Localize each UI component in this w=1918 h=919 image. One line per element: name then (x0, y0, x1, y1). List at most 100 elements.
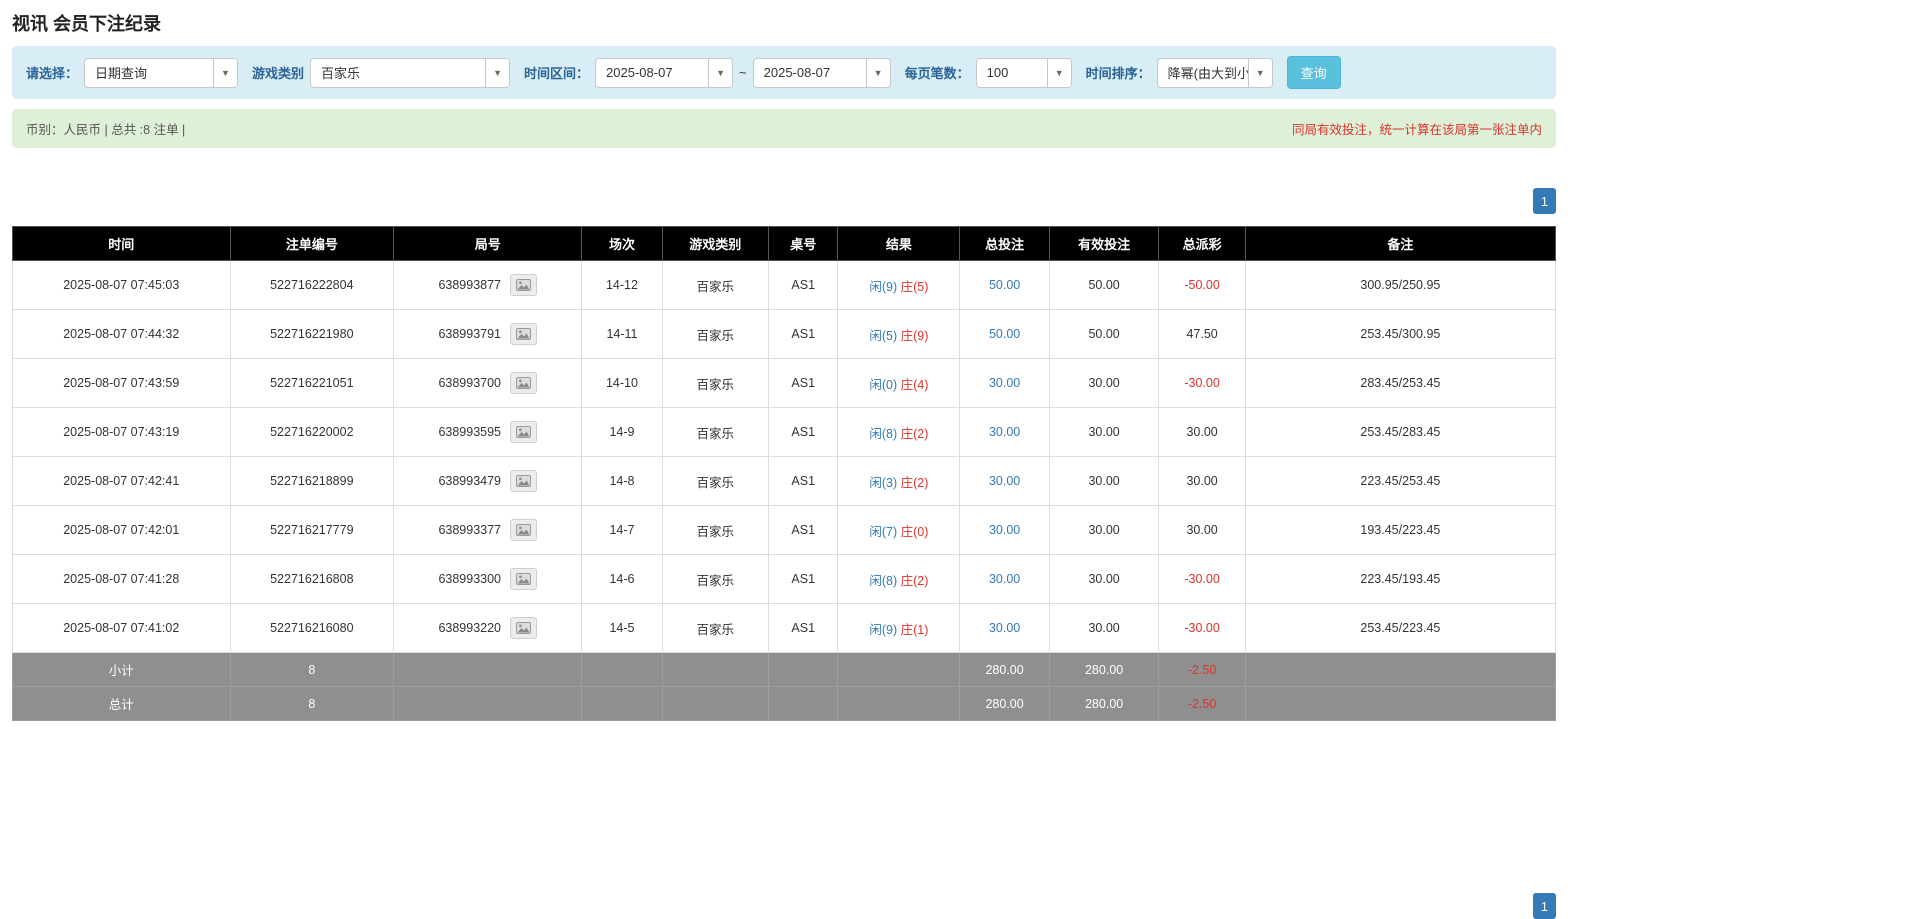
cell-time: 2025-08-07 07:41:02 (13, 604, 231, 653)
cell-valid-bet: 30.00 (1049, 408, 1159, 457)
column-header: 桌号 (769, 227, 838, 261)
table-row: 2025-08-07 07:41:28 522716216808 6389933… (13, 555, 1556, 604)
query-mode-select[interactable]: 日期查询 ▼ (84, 58, 238, 88)
result-image-button[interactable] (510, 372, 537, 394)
cell-round-id: 638993220 (394, 604, 582, 653)
total-bet-link[interactable]: 30.00 (989, 523, 1020, 537)
page-container: 视讯 会员下注纪录 请选择： 日期查询 ▼ 游戏类别 百家乐 ▼ 时间区间： 2… (0, 10, 1568, 919)
subtotal-count: 8 (230, 653, 394, 687)
page-1-button[interactable]: 1 (1533, 188, 1556, 214)
cell-table-no: AS1 (769, 310, 838, 359)
result-image-button[interactable] (510, 519, 537, 541)
cell-table-no: AS1 (769, 604, 838, 653)
cell-total-bet: 50.00 (960, 310, 1049, 359)
result-image-button[interactable] (510, 617, 537, 639)
total-bet-link[interactable]: 50.00 (989, 327, 1020, 341)
column-header: 时间 (13, 227, 231, 261)
date-from-select[interactable]: 2025-08-07 ▼ (595, 58, 733, 88)
chevron-down-icon[interactable]: ▼ (213, 59, 237, 87)
per-page-label: 每页笔数： (905, 63, 970, 82)
chevron-down-icon[interactable]: ▼ (708, 59, 732, 87)
cell-bet-id: 522716217779 (230, 506, 394, 555)
result-image-button[interactable] (510, 274, 537, 296)
cell-game-type: 百家乐 (662, 604, 768, 653)
picture-icon (516, 524, 531, 536)
subtotal-payout: -2.50 (1159, 653, 1245, 687)
round-number: 638993700 (438, 376, 501, 390)
table-row: 2025-08-07 07:43:19 522716220002 6389935… (13, 408, 1556, 457)
chevron-down-icon[interactable]: ▼ (1248, 59, 1272, 87)
result-banker: 庄(9) (901, 329, 929, 343)
cell-remark: 253.45/283.45 (1245, 408, 1555, 457)
result-image-button[interactable] (510, 421, 537, 443)
picture-icon (516, 475, 531, 487)
cell-bet-id: 522716221051 (230, 359, 394, 408)
cell-time: 2025-08-07 07:45:03 (13, 261, 231, 310)
per-page-value: 100 (977, 59, 1047, 87)
cell-result: 闲(3) 庄(2) (838, 457, 960, 506)
cell-round-id: 638993479 (394, 457, 582, 506)
cell-bet-id: 522716216080 (230, 604, 394, 653)
cell-session: 14-8 (582, 457, 662, 506)
cell-game-type: 百家乐 (662, 555, 768, 604)
total-label: 总计 (13, 687, 231, 721)
sort-select[interactable]: 降幂(由大到小) ▼ (1157, 58, 1273, 88)
cell-round-id: 638993700 (394, 359, 582, 408)
total-bet-link[interactable]: 50.00 (989, 278, 1020, 292)
chevron-down-icon[interactable]: ▼ (485, 59, 509, 87)
table-row: 2025-08-07 07:42:01 522716217779 6389933… (13, 506, 1556, 555)
cell-result: 闲(7) 庄(0) (838, 506, 960, 555)
total-bet-link[interactable]: 30.00 (989, 572, 1020, 586)
column-header: 局号 (394, 227, 582, 261)
result-banker: 庄(4) (901, 378, 929, 392)
column-header: 总投注 (960, 227, 1049, 261)
date-to-select[interactable]: 2025-08-07 ▼ (753, 58, 891, 88)
cell-game-type: 百家乐 (662, 408, 768, 457)
cell-total-bet: 30.00 (960, 359, 1049, 408)
cell-payout: 47.50 (1159, 310, 1245, 359)
per-page-select[interactable]: 100 ▼ (976, 58, 1072, 88)
cell-game-type: 百家乐 (662, 359, 768, 408)
cell-remark: 300.95/250.95 (1245, 261, 1555, 310)
result-player: 闲(8) (869, 427, 897, 441)
total-bet-link[interactable]: 30.00 (989, 376, 1020, 390)
query-button[interactable]: 查询 (1287, 56, 1341, 89)
table-row: 2025-08-07 07:42:41 522716218899 6389934… (13, 457, 1556, 506)
cell-session: 14-6 (582, 555, 662, 604)
cell-remark: 223.45/253.45 (1245, 457, 1555, 506)
result-player: 闲(3) (869, 476, 897, 490)
total-bet-link[interactable]: 30.00 (989, 425, 1020, 439)
table-row: 2025-08-07 07:43:59 522716221051 6389937… (13, 359, 1556, 408)
total-bet-link[interactable]: 30.00 (989, 621, 1020, 635)
total-bet-link[interactable]: 30.00 (989, 474, 1020, 488)
cell-total-bet: 30.00 (960, 604, 1049, 653)
total-valid-bet: 280.00 (1049, 687, 1159, 721)
cell-valid-bet: 50.00 (1049, 310, 1159, 359)
cell-game-type: 百家乐 (662, 310, 768, 359)
cell-bet-id: 522716216808 (230, 555, 394, 604)
cell-result: 闲(9) 庄(1) (838, 604, 960, 653)
cell-remark: 283.45/253.45 (1245, 359, 1555, 408)
game-type-label: 游戏类别 (252, 63, 304, 82)
cell-payout: -30.00 (1159, 359, 1245, 408)
picture-icon (516, 426, 531, 438)
table-row: 2025-08-07 07:41:02 522716216080 6389932… (13, 604, 1556, 653)
column-header: 场次 (582, 227, 662, 261)
picture-icon (516, 573, 531, 585)
result-image-button[interactable] (510, 568, 537, 590)
cell-valid-bet: 50.00 (1049, 261, 1159, 310)
result-image-button[interactable] (510, 323, 537, 345)
total-total-bet: 280.00 (960, 687, 1049, 721)
table-row: 2025-08-07 07:45:03 522716222804 6389938… (13, 261, 1556, 310)
column-header: 游戏类别 (662, 227, 768, 261)
page-1-button[interactable]: 1 (1533, 893, 1556, 919)
cell-session: 14-12 (582, 261, 662, 310)
round-number: 638993877 (438, 278, 501, 292)
round-number: 638993300 (438, 572, 501, 586)
cell-table-no: AS1 (769, 555, 838, 604)
chevron-down-icon[interactable]: ▼ (1047, 59, 1071, 87)
result-image-button[interactable] (510, 470, 537, 492)
game-type-select[interactable]: 百家乐 ▼ (310, 58, 510, 88)
chevron-down-icon[interactable]: ▼ (866, 59, 890, 87)
date-range-tilde: ~ (739, 65, 747, 80)
